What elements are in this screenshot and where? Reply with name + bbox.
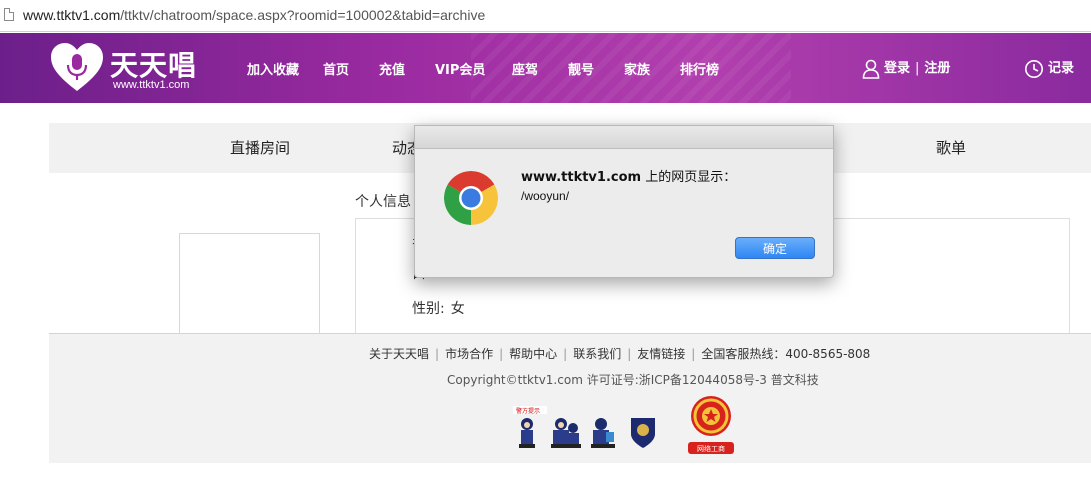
url-text[interactable]: www.ttktv1.com/ttktv/chatroom/space.aspx… — [23, 7, 485, 23]
dialog-title-domain: www.ttktv1.com — [521, 170, 642, 185]
ok-button[interactable]: 确定 — [735, 237, 815, 259]
record-label: 记录 — [1048, 61, 1075, 76]
police-figure-1 — [519, 418, 535, 448]
user-icon — [862, 59, 880, 79]
nav-cars[interactable]: 座驾 — [512, 59, 538, 78]
national-emblem-icon[interactable]: 网络工商 — [684, 392, 738, 456]
login-separator: | — [915, 61, 920, 76]
javascript-alert-dialog: www.ttktv1.com 上的网页显示： /wooyun/ 确定 — [414, 125, 834, 278]
nav-family[interactable]: 家族 — [624, 59, 650, 78]
footer-link-market[interactable]: 市场合作 — [445, 347, 493, 361]
police-warning-label: 警方提示 — [516, 407, 540, 415]
dialog-message: /wooyun/ — [521, 189, 570, 203]
dialog-titlebar[interactable] — [415, 126, 833, 149]
tab-song-list[interactable]: 歌单 — [936, 137, 966, 158]
tab-live-room[interactable]: 直播房间 — [230, 137, 290, 158]
gender-label: 性别: — [412, 301, 445, 317]
login-link[interactable]: 登录 — [884, 61, 910, 76]
nav-add-favorite[interactable]: 加入收藏 — [247, 59, 299, 78]
nav-home[interactable]: 首页 — [323, 59, 349, 78]
footer-link-about[interactable]: 关于天天唱 — [369, 347, 429, 361]
url-path: /ttktv/chatroom/space.aspx?roomid=100002… — [120, 7, 486, 23]
footer-link-help[interactable]: 帮助中心 — [509, 347, 557, 361]
heart-mic-logo-icon[interactable] — [49, 41, 105, 93]
nav-recharge[interactable]: 充值 — [379, 59, 405, 78]
site-header: 天天唱 www.ttktv1.com 加入收藏 首页 充值 VIP会员 座驾 靓… — [0, 33, 1091, 103]
clock-icon — [1025, 59, 1043, 78]
register-link[interactable]: 注册 — [924, 61, 950, 76]
footer-copyright: Copyright©ttktv1.com 许可证号:浙ICP备12044058号… — [447, 373, 819, 387]
police-shield — [631, 418, 655, 448]
address-bar[interactable]: www.ttktv1.com/ttktv/chatroom/space.aspx… — [0, 0, 1091, 32]
record-link[interactable]: 记录 — [1024, 57, 1074, 79]
gender-value: 女 — [450, 301, 465, 317]
page-icon — [4, 8, 14, 21]
profile-row-gender: 性别: 女 — [412, 298, 465, 318]
footer-hotline: 全国客服热线：400-8565-808 — [701, 347, 871, 361]
footer-link-friends[interactable]: 友情链接 — [637, 347, 685, 361]
dialog-title-suffix: 上的网页显示： — [641, 170, 737, 185]
nav-rankings[interactable]: 排行榜 — [680, 59, 719, 78]
dialog-title: www.ttktv1.com 上的网页显示： — [521, 166, 736, 185]
avatar — [179, 233, 320, 333]
chrome-logo-icon — [444, 171, 498, 225]
logo-subtitle: www.ttktv1.com — [113, 79, 190, 91]
police-figure-2 — [551, 418, 581, 448]
logo-text[interactable]: 天天唱 — [110, 44, 197, 84]
emblem-label: 网络工商 — [697, 444, 725, 453]
footer-link-contact[interactable]: 联系我们 — [573, 347, 621, 361]
profile-section-title: 个人信息 — [355, 194, 411, 210]
police-badges-icon[interactable]: 警方提示 — [513, 404, 663, 452]
url-domain: www.ttktv1.com — [23, 7, 121, 23]
footer-links: 关于天天唱 | 市场合作 | 帮助中心 | 联系我们 | 友情链接 | 全国客服热线：400-856… — [369, 347, 871, 361]
nav-vip[interactable]: VIP会员 — [435, 59, 485, 78]
police-figure-3 — [591, 418, 615, 448]
nav-numbers[interactable]: 靓号 — [568, 59, 594, 78]
login-area: 登录 | 注册 — [862, 57, 950, 79]
